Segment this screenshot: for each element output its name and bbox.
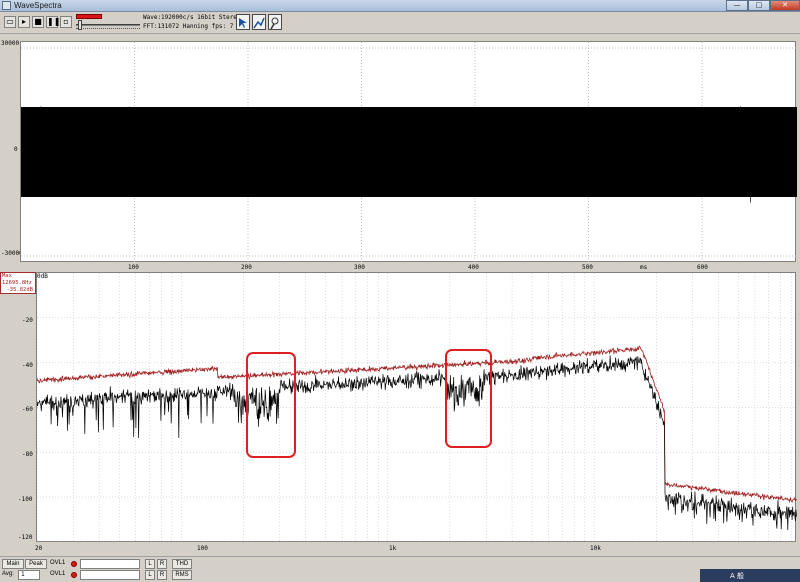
spec-y-label: -20 [22, 317, 33, 324]
max-readout: Max 12695.8Hz -35.82dB [0, 272, 36, 294]
l-button-bottom[interactable]: L [145, 570, 155, 580]
max-frequency: 12695.8Hz [2, 280, 32, 286]
max-label: Max [2, 273, 12, 279]
play-icon[interactable]: ▸ [18, 16, 30, 28]
tray-text: A 般 [730, 572, 745, 580]
avg-label: Avg: [2, 571, 14, 577]
wave-x-label: 400 [468, 264, 479, 271]
window-title: WaveSpectra [14, 1, 62, 10]
spec-x-label: 1k [389, 545, 397, 552]
wave-y-label-top: 30000 [1, 40, 20, 47]
spec-x-label: 20 [35, 545, 43, 552]
spec-x-label: 100 [197, 545, 208, 552]
thd-button[interactable]: THD [172, 559, 192, 569]
avg-select[interactable]: 1 [18, 570, 40, 580]
close-button[interactable]: ✕ [770, 0, 800, 11]
waveform-panel: 30000 0 -30000 100 200 300 400 500 ms 60… [0, 36, 800, 272]
stop-icon[interactable]: ■ [32, 16, 44, 28]
spectrum-panel: Max 12695.8Hz -35.82dB 0dB -20 -40 -60 -… [0, 272, 800, 554]
bottom-controls: Main Peak OVL1 L R THD Avg: 1 OVL1 L R R… [0, 556, 800, 582]
ovl1-top-label: OVL1 [50, 560, 66, 566]
spec-y-label: -80 [22, 451, 33, 458]
wave-x-label: 300 [354, 264, 365, 271]
analyze-tool-icon[interactable] [252, 14, 266, 30]
maximize-button[interactable]: □ [748, 0, 770, 11]
spec-x-label: 10k [590, 545, 601, 552]
max-db: -35.82dB [6, 287, 34, 293]
cursor-tool-icon[interactable] [236, 14, 250, 30]
spectrum-chart [36, 273, 798, 543]
r-button-top[interactable]: R [157, 559, 167, 569]
wave-x-label: 600 [697, 264, 708, 271]
fft-line: FFT:131072 Hanning fps: 7 [143, 23, 234, 30]
rms-button[interactable]: RMS [172, 570, 192, 580]
level-meter [76, 14, 102, 19]
slider-ticks [76, 28, 140, 31]
wave-y-label-mid: 0 [14, 146, 18, 153]
main-button[interactable]: Main [2, 559, 24, 569]
record-icon[interactable]: ▫ [60, 16, 72, 28]
overload-led-top [71, 561, 77, 567]
format-line: Wave:192000c/s 16bit Stereo [143, 14, 241, 21]
level-field-top[interactable] [80, 559, 140, 569]
settings-icon[interactable] [268, 14, 282, 30]
open-icon[interactable]: ▭ [4, 16, 16, 28]
l-button-top[interactable]: L [145, 559, 155, 569]
peak-button[interactable]: Peak [25, 559, 47, 569]
app-window: WaveSpectra — □ ✕ ▭ ▸ ■ ❚❚ ▫ Wave:192000… [0, 0, 800, 582]
toolbar: ▭ ▸ ■ ❚❚ ▫ Wave:192000c/s 16bit Stereo F… [0, 12, 800, 34]
waveform-plot[interactable] [20, 41, 797, 263]
overload-led-bottom [71, 572, 77, 578]
spectrum-plot[interactable] [36, 272, 798, 543]
system-tray: A 般 [700, 569, 800, 582]
volume-slider-thumb[interactable] [78, 20, 82, 30]
format-info: Wave:192000c/s 16bit Stereo FFT:131072 H… [143, 13, 241, 32]
volume-slider-track[interactable] [76, 24, 140, 26]
ovl1-bottom-label: OVL1 [50, 571, 66, 577]
level-field-bottom[interactable] [80, 570, 140, 580]
waveform-trace [20, 42, 797, 263]
title-bar: WaveSpectra — □ ✕ [0, 0, 800, 12]
app-icon [2, 1, 11, 10]
spec-y-label: -120 [18, 534, 33, 541]
spectrum-y-unit: 0dB [37, 273, 48, 280]
spec-y-label: -40 [22, 362, 33, 369]
wave-x-label: 100 [128, 264, 139, 271]
minimize-button[interactable]: — [726, 0, 748, 11]
pause-icon[interactable]: ❚❚ [46, 16, 60, 28]
wave-x-label: 500 [582, 264, 593, 271]
spec-y-label: -100 [18, 496, 33, 503]
spec-y-label: -60 [22, 406, 33, 413]
r-button-bottom[interactable]: R [157, 570, 167, 580]
wave-x-label: 200 [241, 264, 252, 271]
wave-x-unit: ms [640, 264, 648, 271]
